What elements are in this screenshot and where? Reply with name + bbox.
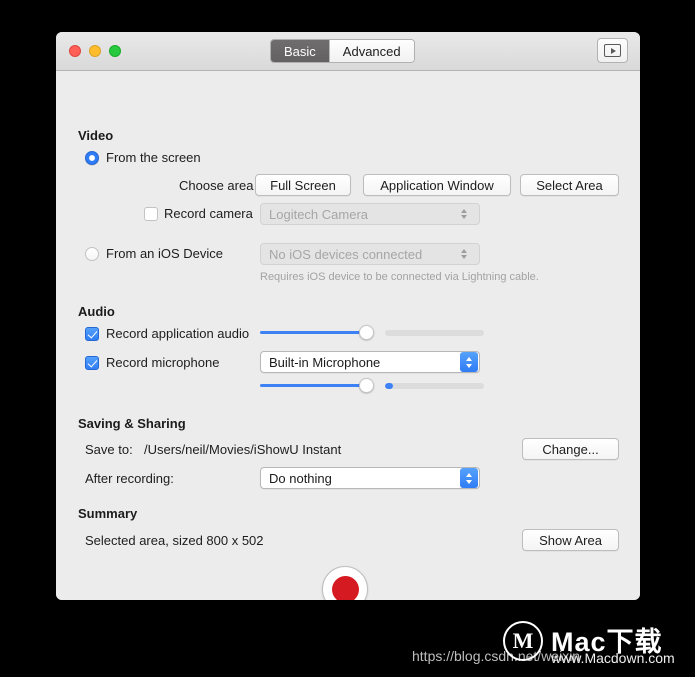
tab-advanced[interactable]: Advanced (328, 40, 414, 62)
radio-from-ios-device-label: From an iOS Device (106, 246, 224, 261)
application-window-button[interactable]: Application Window (363, 174, 511, 196)
record-microphone-label: Record microphone (106, 355, 220, 370)
after-recording-value: Do nothing (269, 470, 332, 486)
chevron-updown-icon (455, 204, 473, 224)
chevron-updown-icon (460, 352, 478, 372)
chevron-updown-icon (460, 468, 478, 488)
save-to-label: Save to: (85, 442, 133, 457)
choose-area-label: Choose area (179, 178, 254, 193)
level-meter-fill (385, 383, 393, 389)
play-video-icon (604, 44, 621, 57)
ishowu-instant-window: Basic Advanced Video From the screen Cho… (56, 32, 640, 600)
save-to-path: /Users/neil/Movies/iShowU Instant (144, 442, 342, 457)
record-application-audio-label: Record application audio (106, 326, 250, 341)
ios-device-value: No iOS devices connected (269, 246, 423, 262)
summary-text: Selected area, sized 800 x 502 (85, 533, 264, 548)
chevron-updown-icon (455, 244, 473, 264)
after-recording-label: After recording: (85, 471, 174, 486)
maximize-window-button[interactable] (109, 45, 121, 57)
radio-from-the-screen-label: From the screen (106, 150, 201, 165)
minimize-window-button[interactable] (89, 45, 101, 57)
radio-from-the-screen[interactable] (85, 151, 99, 165)
summary-section-title: Summary (78, 506, 138, 521)
close-window-button[interactable] (69, 45, 81, 57)
record-camera-checkbox[interactable] (144, 207, 158, 221)
camera-device-popup[interactable]: Logitech Camera (260, 203, 480, 225)
ios-device-popup[interactable]: No iOS devices connected (260, 243, 480, 265)
ios-device-hint: Requires iOS device to be connected via … (260, 271, 539, 283)
record-dot-icon (331, 575, 359, 600)
saving-section-title: Saving & Sharing (78, 416, 186, 431)
microphone-device-value: Built-in Microphone (269, 354, 381, 370)
record-application-audio-checkbox[interactable] (85, 327, 99, 341)
watermark-site: www.Macdown.com (551, 650, 675, 666)
slider-thumb[interactable] (359, 378, 374, 393)
after-recording-popup[interactable]: Do nothing (260, 467, 480, 489)
application-audio-level-meter (385, 330, 484, 336)
watermark-logo-icon: M (503, 621, 543, 661)
slider-filled-track (260, 384, 365, 387)
change-save-location-button[interactable]: Change... (522, 438, 619, 460)
window-body: Video From the screen Choose area Full S… (56, 71, 640, 600)
radio-from-ios-device[interactable] (85, 247, 99, 261)
show-area-button[interactable]: Show Area (522, 529, 619, 551)
window-titlebar: Basic Advanced (56, 32, 640, 71)
audio-section-title: Audio (78, 304, 115, 319)
camera-device-value: Logitech Camera (269, 206, 368, 222)
microphone-device-popup[interactable]: Built-in Microphone (260, 351, 480, 373)
play-video-button[interactable] (597, 38, 628, 63)
microphone-level-meter (385, 383, 484, 389)
tab-basic[interactable]: Basic (271, 40, 329, 62)
desktop-background: Basic Advanced Video From the screen Cho… (0, 0, 695, 677)
record-microphone-checkbox[interactable] (85, 356, 99, 370)
microphone-volume-slider[interactable] (260, 376, 484, 396)
select-area-button[interactable]: Select Area (520, 174, 619, 196)
mode-segmented-control: Basic Advanced (270, 39, 415, 63)
video-section-title: Video (78, 128, 114, 143)
record-button[interactable] (322, 566, 368, 600)
slider-thumb[interactable] (359, 325, 374, 340)
full-screen-button[interactable]: Full Screen (255, 174, 351, 196)
record-camera-label: Record camera (164, 206, 253, 221)
application-audio-volume-slider[interactable] (260, 323, 484, 343)
slider-filled-track (260, 331, 365, 334)
